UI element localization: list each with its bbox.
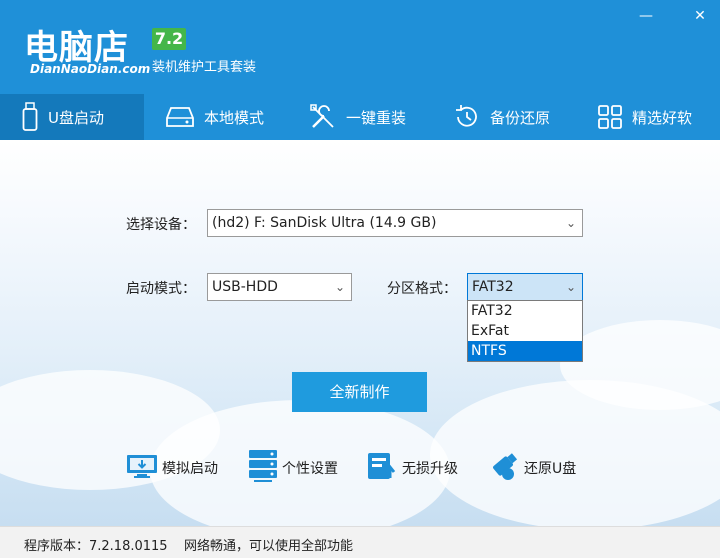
partition-option-exfat[interactable]: ExFat bbox=[468, 321, 582, 341]
tab-usb-boot[interactable]: U盘启动 bbox=[0, 94, 144, 140]
restore-clock-icon bbox=[454, 104, 480, 130]
tab-featured-software[interactable]: 精选好软 bbox=[576, 94, 720, 140]
network-status: 网络畅通，可以使用全部功能 bbox=[184, 539, 354, 554]
device-value: (hd2) F: SanDisk Ultra (14.9 GB) bbox=[212, 215, 437, 231]
personalize-button[interactable]: 个性设置 bbox=[248, 450, 338, 486]
main-nav: U盘启动 本地模式 一键重装 备份还原 精选好软 bbox=[0, 94, 720, 140]
restore-usb-button[interactable]: 还原U盘 bbox=[486, 450, 576, 486]
boot-mode-label: 启动模式： bbox=[126, 281, 196, 297]
boot-mode-select[interactable]: USB-HDD ⌄ bbox=[207, 273, 352, 301]
tab-label: 精选好软 bbox=[632, 108, 693, 127]
server-settings-icon bbox=[248, 449, 278, 487]
tool-label: 无损升级 bbox=[402, 461, 458, 477]
tab-label: 一键重装 bbox=[346, 108, 407, 127]
version-badge: 7.2 bbox=[152, 28, 186, 50]
tool-label: 模拟启动 bbox=[162, 461, 218, 477]
status-bar: 程序版本：7.2.18.0115 网络畅通，可以使用全部功能 bbox=[0, 526, 720, 558]
device-label: 选择设备： bbox=[126, 217, 196, 233]
boot-mode-value: USB-HDD bbox=[212, 279, 278, 295]
close-button[interactable]: ✕ bbox=[690, 6, 710, 26]
app-subtitle: 装机维护工具套装 bbox=[152, 60, 257, 75]
simulate-boot-button[interactable]: 模拟启动 bbox=[126, 450, 218, 486]
chevron-down-icon: ⌄ bbox=[565, 280, 576, 294]
lossless-upgrade-button[interactable]: 无损升级 bbox=[366, 450, 458, 486]
create-new-button[interactable]: 全新制作 bbox=[292, 372, 427, 412]
partition-label: 分区格式： bbox=[387, 281, 457, 297]
monitor-simulate-icon bbox=[126, 452, 158, 484]
partition-option-ntfs[interactable]: NTFS bbox=[468, 341, 582, 361]
usb-restore-icon bbox=[486, 450, 520, 486]
partition-dropdown: FAT32 ExFat NTFS bbox=[467, 300, 583, 362]
hard-disk-icon bbox=[166, 106, 194, 128]
tab-backup-restore[interactable]: 备份还原 bbox=[432, 94, 576, 140]
tab-label: 本地模式 bbox=[204, 108, 265, 127]
tool-label: 个性设置 bbox=[282, 461, 338, 477]
chevron-down-icon: ⌄ bbox=[334, 280, 345, 294]
tools-icon bbox=[310, 104, 336, 130]
app-header: 电脑店 DianNaoDian.com 7.2 装机维护工具套装 — ✕ bbox=[0, 0, 720, 94]
partition-option-fat32[interactable]: FAT32 bbox=[468, 301, 582, 321]
chevron-down-icon: ⌄ bbox=[565, 216, 576, 230]
logo-url: DianNaoDian.com bbox=[30, 62, 151, 76]
minimize-button[interactable]: — bbox=[636, 6, 656, 26]
upgrade-icon bbox=[366, 450, 398, 486]
main-content: 选择设备： (hd2) F: SanDisk Ultra (14.9 GB) ⌄… bbox=[0, 140, 720, 526]
tool-label: 还原U盘 bbox=[524, 461, 577, 477]
tab-local-mode[interactable]: 本地模式 bbox=[144, 94, 288, 140]
device-select[interactable]: (hd2) F: SanDisk Ultra (14.9 GB) ⌄ bbox=[207, 209, 583, 237]
partition-value: FAT32 bbox=[472, 279, 514, 295]
tab-label: 备份还原 bbox=[490, 108, 551, 127]
tab-one-click-reinstall[interactable]: 一键重装 bbox=[288, 94, 432, 140]
usb-drive-icon bbox=[22, 102, 38, 132]
tab-label: U盘启动 bbox=[48, 108, 104, 127]
partition-select[interactable]: FAT32 ⌄ bbox=[467, 273, 583, 301]
program-version: 程序版本：7.2.18.0115 bbox=[24, 539, 168, 554]
app-grid-icon bbox=[598, 105, 622, 129]
